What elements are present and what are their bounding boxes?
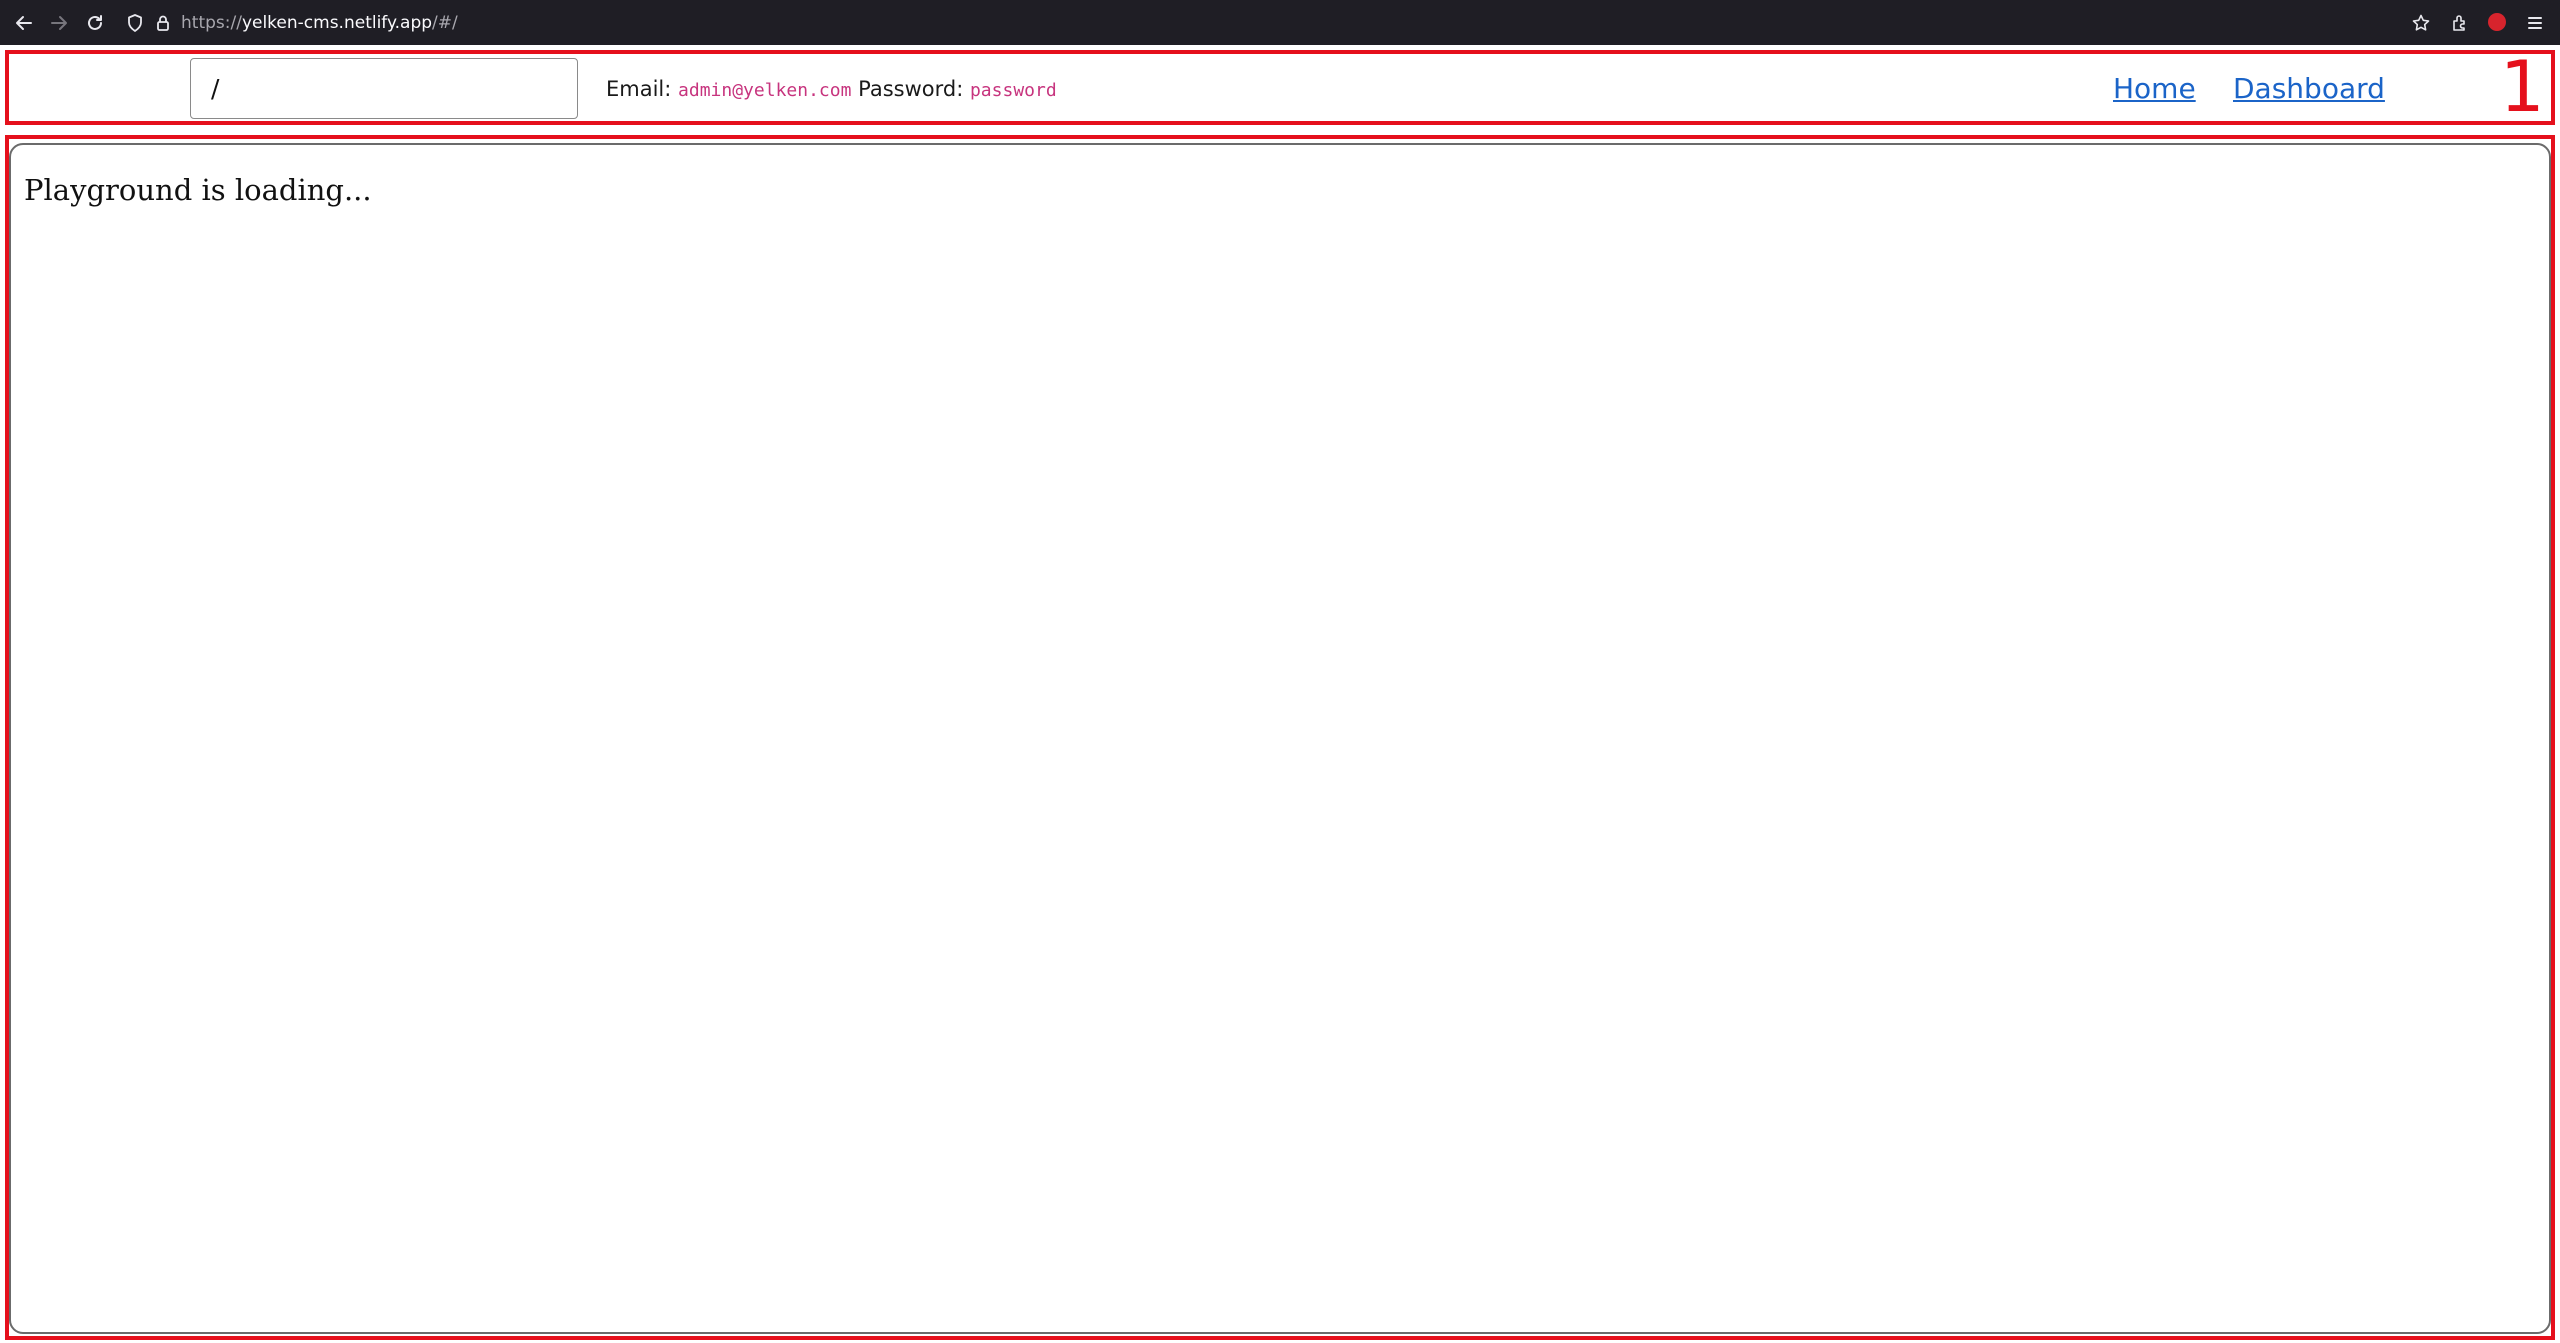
password-label: Password: [858,77,964,101]
extensions-icon[interactable] [2447,10,2473,36]
home-link[interactable]: Home [2113,70,2196,108]
loading-message: Playground is loading... [24,173,372,207]
credentials-hint: Email: admin@yelken.com Password: passwo… [606,74,1057,106]
url-scheme: https:// [181,13,242,33]
annotation-label-1: 1 [2500,46,2545,128]
browser-toolbar: https://yelken-cms.netlify.app/#/ [0,0,2560,45]
lock-icon[interactable] [150,10,176,36]
url-host: yelken-cms.netlify.app [241,13,433,33]
back-icon[interactable] [11,10,37,36]
forward-icon[interactable] [46,10,72,36]
url-path: /#/ [432,13,458,33]
playground-frame [9,143,2551,1334]
dashboard-link[interactable]: Dashboard [2233,70,2385,108]
email-label: Email: [606,77,672,101]
shield-icon[interactable] [122,10,148,36]
email-value: admin@yelken.com [678,80,852,101]
ublock-icon[interactable] [2488,13,2506,31]
menu-icon[interactable] [2522,10,2548,36]
password-value: password [969,80,1057,101]
address-bar[interactable]: https://yelken-cms.netlify.app/#/ [181,11,458,35]
reload-icon[interactable] [82,10,108,36]
path-input[interactable] [190,58,578,119]
star-icon[interactable] [2408,10,2434,36]
